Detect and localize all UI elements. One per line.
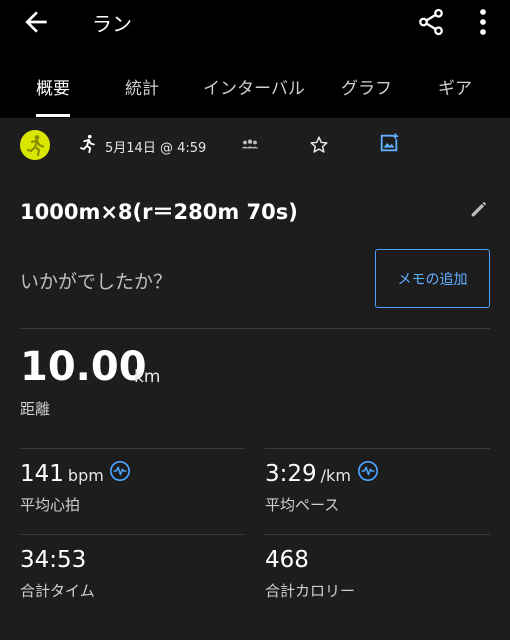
heart-rate-icon[interactable] [109,460,131,482]
add-memo-button[interactable]: メモの追加 [375,249,490,308]
app-bar: ラン 概要 統計 インターバル グラフ ギア [0,0,510,118]
avg-pace-unit: /km [320,466,351,485]
avg-pace-stat: 3:29/km [265,461,351,487]
arrow-left-icon[interactable] [20,6,52,38]
avatar[interactable] [20,130,50,160]
divider [20,328,490,329]
divider [20,534,245,535]
feedback-question: いかがでしたか？ [20,271,173,293]
avg-pace-value: 3:29 [265,461,317,487]
activity-summary-row: 5月14日 @ 4:59 [0,118,510,174]
star-icon[interactable] [308,134,330,156]
runner-avatar-icon [26,135,45,157]
divider [265,448,490,449]
pace-chart-icon[interactable] [357,460,379,482]
total-time-value: 34:53 [20,547,87,573]
running-icon [80,134,95,154]
total-calories-value: 468 [265,547,309,573]
more-vert-icon[interactable] [468,7,498,37]
group-icon[interactable] [240,136,260,154]
active-tab-indicator [36,114,70,117]
distance-label: 距離 [20,400,51,418]
divider [265,534,490,535]
avg-hr-value: 141 [20,461,64,487]
tab-gear[interactable]: ギア [438,74,472,99]
avg-pace-label: 平均ペース [265,496,340,514]
distance-value: 10.00 [20,344,147,390]
avg-hr-label: 平均心拍 [20,496,81,514]
avg-hr-unit: bpm [67,466,104,485]
distance-unit: km [134,367,161,387]
page-title: ラン [92,12,132,36]
pencil-icon[interactable] [468,198,490,220]
total-time-label: 合計タイム [20,582,95,600]
avg-hr-stat: 141 bpm [20,461,104,487]
activity-date: 5月14日 @ 4:59 [105,141,207,156]
add-photo-icon[interactable] [378,132,400,154]
tab-intervals[interactable]: インターバル [203,74,305,99]
tab-graph[interactable]: グラフ [341,74,392,99]
share-icon[interactable] [416,7,446,37]
total-calories-label: 合計カロリー [265,582,356,600]
tab-bar: 概要 統計 インターバル グラフ ギア [0,62,510,118]
divider [20,448,245,449]
tab-overview[interactable]: 概要 [36,74,70,99]
tab-stats[interactable]: 統計 [125,74,159,99]
activity-name: 1000m×8(r＝280m 70s) [20,200,298,224]
